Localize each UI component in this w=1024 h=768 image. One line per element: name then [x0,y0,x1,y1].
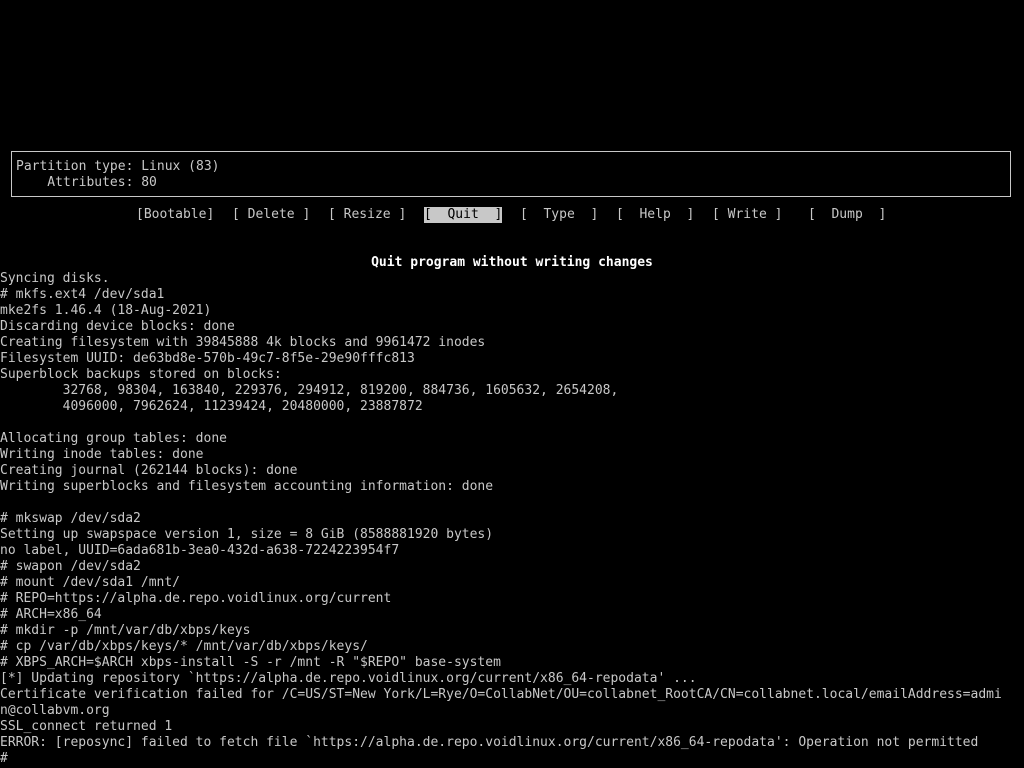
terminal-line: # mkfs.ext4 /dev/sda1 [0,287,165,302]
terminal-line: # cp /var/db/xbps/keys/* /mnt/var/db/xbp… [0,639,368,654]
terminal-line: [*] Updating repository `https://alpha.d… [0,671,697,686]
terminal-line: Creating journal (262144 blocks): done [0,463,298,478]
terminal-line: Allocating group tables: done [0,431,227,446]
terminal-line: # XBPS_ARCH=$ARCH xbps-install -S -r /mn… [0,655,501,670]
terminal-line: Certificate verification failed for /C=U… [0,687,1002,702]
terminal-line: ERROR: [reposync] failed to fetch file `… [0,735,979,750]
terminal-line: Writing inode tables: done [0,447,204,462]
terminal-line: # [0,751,8,766]
partition-info-box: Partition type: Linux (83) Attributes: 8… [11,151,1011,197]
terminal-line: Syncing disks. [0,271,110,286]
write-button[interactable]: [ Write ] [712,207,782,223]
terminal-line: Writing superblocks and filesystem accou… [0,479,494,494]
terminal-line: Discarding device blocks: done [0,319,235,334]
terminal-line: Setting up swapspace version 1, size = 8… [0,527,494,542]
resize-button[interactable]: [ Resize ] [328,207,406,223]
terminal-line: 32768, 98304, 163840, 229376, 294912, 81… [0,383,619,398]
terminal-line: n@collabvm.org [0,703,110,718]
partition-attributes-line: Attributes: 80 [16,175,157,190]
delete-button[interactable]: [ Delete ] [232,207,310,223]
terminal-line: # REPO=https://alpha.de.repo.voidlinux.o… [0,591,392,606]
terminal-line: 4096000, 7962624, 11239424, 20480000, 23… [0,399,423,414]
menu-hint-text: Quit program without writing changes [371,255,653,270]
type-button[interactable]: [ Type ] [520,207,598,223]
terminal-line: # mkdir -p /mnt/var/db/xbps/keys [0,623,251,638]
terminal-line: mke2fs 1.46.4 (18-Aug-2021) [0,303,212,318]
terminal-line: Creating filesystem with 39845888 4k blo… [0,335,486,350]
bootable-button[interactable]: [Bootable] [136,207,214,223]
partition-type-line: Partition type: Linux (83) [16,159,220,174]
terminal-line: # mount /dev/sda1 /mnt/ [0,575,181,590]
terminal-line: # ARCH=x86_64 [0,607,102,622]
quit-button[interactable]: [ Quit ] [424,207,503,223]
terminal-line: no label, UUID=6ada681b-3ea0-432d-a638-7… [0,543,400,558]
cfdisk-menu-bar: [Bootable] [ Delete ] [ Resize ] [ Quit … [0,207,1024,223]
terminal-line: # mkswap /dev/sda2 [0,511,141,526]
terminal-line: # swapon /dev/sda2 [0,559,141,574]
terminal-line: Superblock backups stored on blocks: [0,367,282,382]
dump-button[interactable]: [ Dump ] [808,207,886,223]
help-button[interactable]: [ Help ] [616,207,694,223]
terminal-line: Filesystem UUID: de63bd8e-570b-49c7-8f5e… [0,351,415,366]
terminal-line: SSL_connect returned 1 [0,719,173,734]
